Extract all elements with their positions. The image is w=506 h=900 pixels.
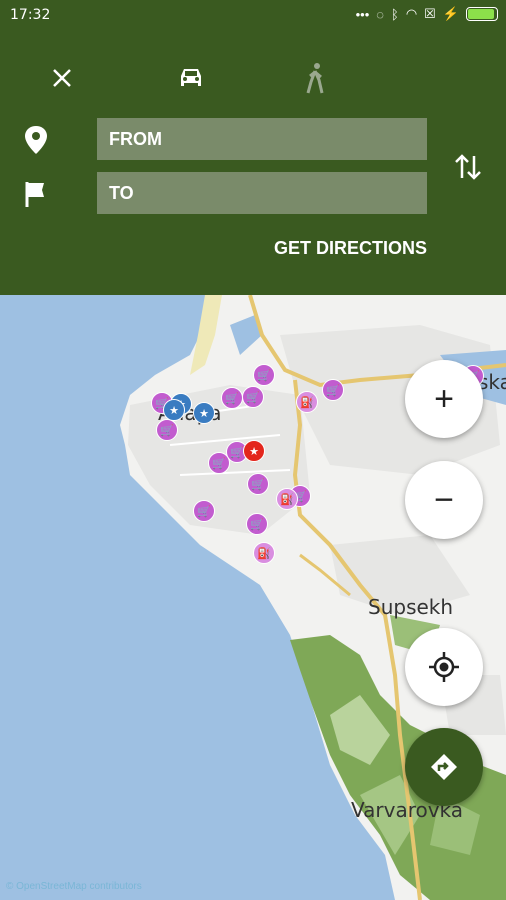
fuel-pin[interactable]: ⛽	[276, 488, 298, 510]
car-mode-button[interactable]	[171, 58, 211, 98]
flag-icon	[25, 182, 44, 207]
star-pin[interactable]: ★	[163, 399, 185, 421]
walk-icon	[306, 63, 324, 94]
car-icon	[181, 69, 201, 86]
place-label: Supsekh	[368, 595, 454, 619]
status-time: 17:32	[10, 7, 51, 23]
fuel-pin[interactable]: ⛽	[253, 542, 275, 564]
close-icon	[53, 69, 71, 87]
directions-panel: FROM TO GET DIRECTIONS	[0, 30, 506, 295]
shop-pin[interactable]: 🛒	[193, 500, 215, 522]
bluetooth-icon: ᛒ	[391, 6, 399, 22]
zoom-out-button[interactable]: −	[405, 461, 483, 539]
status-icons: ••• ◌ ᛒ ◠ ☒ ⚡	[356, 6, 498, 22]
my-location-button[interactable]	[405, 628, 483, 706]
shop-pin[interactable]: 🛒	[322, 379, 344, 401]
status-bar: 17:32 ••• ◌ ᛒ ◠ ☒ ⚡	[0, 0, 506, 30]
swap-icon[interactable]	[452, 150, 484, 184]
map-copyright: © OpenStreetMap contributors	[6, 881, 142, 892]
star-pin[interactable]: ★	[193, 402, 215, 424]
favorite-pin[interactable]: ★	[243, 440, 265, 462]
charging-icon: ⚡	[442, 6, 459, 21]
shop-pin[interactable]: 🛒	[253, 364, 275, 386]
map-view[interactable]: Anapa Supsekh Varvarovka ska 🛒 🛒 🛒 🛒 🛒 🛒…	[0, 295, 506, 900]
walk-mode-button[interactable]	[295, 58, 335, 98]
alarm-icon: ◌	[376, 6, 384, 22]
from-field[interactable]: FROM	[97, 118, 427, 160]
shop-pin[interactable]: 🛒	[247, 473, 269, 495]
directions-icon	[431, 754, 457, 780]
get-directions-button[interactable]: GET DIRECTIONS	[274, 238, 427, 259]
fuel-pin[interactable]: ⛽	[296, 391, 318, 413]
close-button[interactable]	[42, 58, 82, 98]
zoom-in-button[interactable]: +	[405, 360, 483, 438]
crosshair-icon	[429, 652, 459, 682]
wifi-icon: ◠	[405, 6, 418, 21]
battery-icon	[466, 7, 498, 21]
route-button[interactable]	[405, 728, 483, 806]
to-field[interactable]: TO	[97, 172, 427, 214]
more-dots-icon: •••	[355, 6, 370, 22]
shop-pin[interactable]: 🛒	[156, 419, 178, 441]
shop-pin[interactable]: 🛒	[242, 386, 264, 408]
shop-pin[interactable]: 🛒	[246, 513, 268, 535]
shop-pin[interactable]: 🛒	[221, 387, 243, 409]
location-pin-icon	[25, 126, 47, 154]
sim-icon: ☒	[424, 6, 436, 21]
